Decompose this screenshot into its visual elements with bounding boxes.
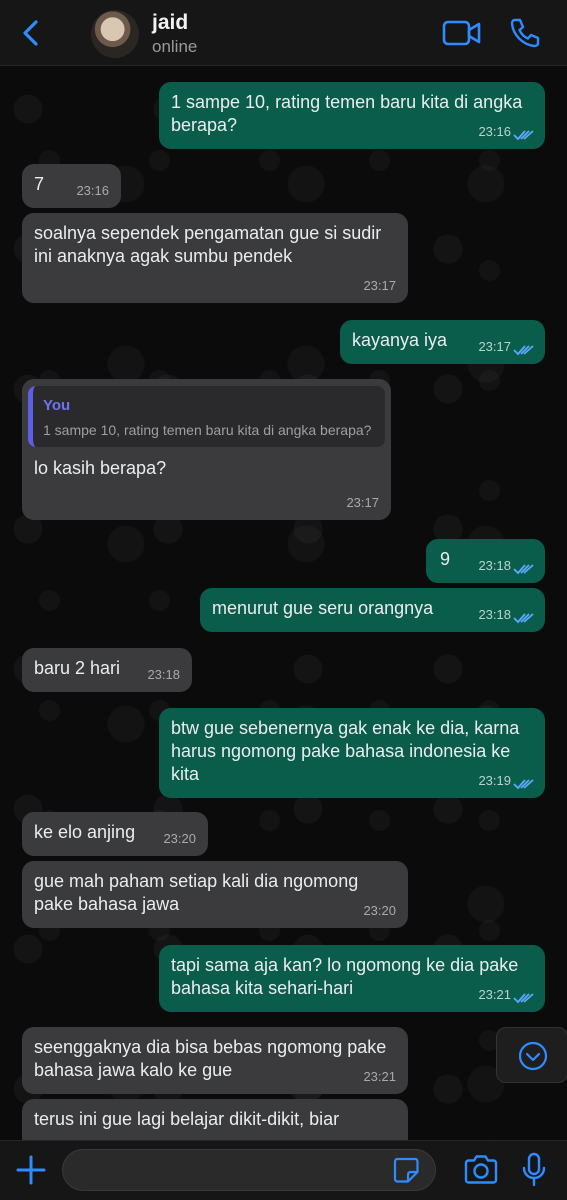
- message-time: 23:16: [478, 124, 511, 139]
- quote-author: You: [43, 397, 71, 414]
- composer-bar: [0, 1140, 567, 1200]
- message-time: 23:18: [478, 558, 511, 573]
- microphone-icon[interactable]: [520, 1152, 548, 1188]
- read-receipt-icon: [513, 779, 534, 790]
- message-bubble-incoming[interactable]: seenggaknya dia bisa bebas ngomong pake …: [22, 1027, 408, 1094]
- camera-icon[interactable]: [463, 1153, 499, 1187]
- read-receipt-icon: [513, 130, 534, 141]
- message-input[interactable]: [62, 1149, 436, 1191]
- message-bubble-incoming[interactable]: You 1 sampe 10, rating temen baru kita d…: [22, 379, 391, 520]
- message-time: 23:16: [76, 183, 109, 198]
- chat-header: jaid online: [0, 0, 567, 66]
- phone-icon[interactable]: [508, 16, 542, 50]
- message-time: 23:18: [478, 607, 511, 622]
- message-text: terus ini gue lagi belajar dikit-dikit, …: [34, 1109, 340, 1129]
- back-chevron-icon[interactable]: [14, 16, 48, 50]
- contact-name[interactable]: jaid: [152, 11, 188, 35]
- message-time: 23:21: [363, 1069, 396, 1084]
- message-bubble-outgoing[interactable]: 9 23:18: [426, 539, 545, 583]
- video-camera-icon[interactable]: [442, 17, 482, 49]
- message-bubble-incoming[interactable]: terus ini gue lagi belajar dikit-dikit, …: [22, 1099, 408, 1140]
- message-text: seenggaknya dia bisa bebas ngomong pake …: [34, 1037, 387, 1080]
- message-time: 23:19: [478, 773, 511, 788]
- message-bubble-outgoing[interactable]: 1 sampe 10, rating temen baru kita di an…: [159, 82, 545, 149]
- sticker-icon[interactable]: [392, 1156, 420, 1184]
- message-bubble-outgoing[interactable]: tapi sama aja kan? lo ngomong ke dia pak…: [159, 945, 545, 1012]
- quoted-message[interactable]: You 1 sampe 10, rating temen baru kita d…: [28, 386, 385, 447]
- message-text: lo kasih berapa?: [34, 458, 167, 478]
- message-time: 23:17: [478, 339, 511, 354]
- message-bubble-incoming[interactable]: 7 23:16: [22, 164, 121, 208]
- message-bubble-outgoing[interactable]: btw gue sebenernya gak enak ke dia, karn…: [159, 708, 545, 798]
- message-bubble-outgoing[interactable]: menurut gue seru orangnya 23:18: [200, 588, 545, 632]
- read-receipt-icon: [513, 993, 534, 1004]
- message-bubble-incoming[interactable]: baru 2 hari 23:18: [22, 648, 192, 692]
- message-bubble-incoming[interactable]: soalnya sependek pengamatan gue si sudir…: [22, 213, 408, 303]
- message-time: 23:20: [163, 831, 196, 846]
- message-time: 23:18: [147, 667, 180, 682]
- chevron-down-circle-icon: [518, 1041, 548, 1071]
- read-receipt-icon: [513, 613, 534, 624]
- message-bubble-incoming[interactable]: ke elo anjing 23:20: [22, 812, 208, 856]
- message-time: 23:20: [363, 903, 396, 918]
- quote-text: 1 sampe 10, rating temen baru kita di an…: [43, 422, 372, 438]
- message-text: soalnya sependek pengamatan gue si sudir…: [34, 223, 382, 266]
- chat-area[interactable]: 1 sampe 10, rating temen baru kita di an…: [0, 67, 567, 1140]
- read-receipt-icon: [513, 345, 534, 356]
- scroll-to-bottom-button[interactable]: [496, 1027, 567, 1083]
- plus-icon[interactable]: [14, 1153, 48, 1187]
- message-bubble-outgoing[interactable]: kayanya iya 23:17: [340, 320, 545, 364]
- message-time: 23:17: [363, 278, 396, 293]
- contact-status: online: [152, 37, 198, 56]
- message-time: 23:17: [346, 495, 379, 510]
- avatar[interactable]: [91, 10, 139, 58]
- read-receipt-icon: [513, 564, 534, 575]
- message-text: gue mah paham setiap kali dia ngomong pa…: [34, 871, 359, 914]
- message-bubble-incoming[interactable]: gue mah paham setiap kali dia ngomong pa…: [22, 861, 408, 928]
- message-time: 23:21: [478, 987, 511, 1002]
